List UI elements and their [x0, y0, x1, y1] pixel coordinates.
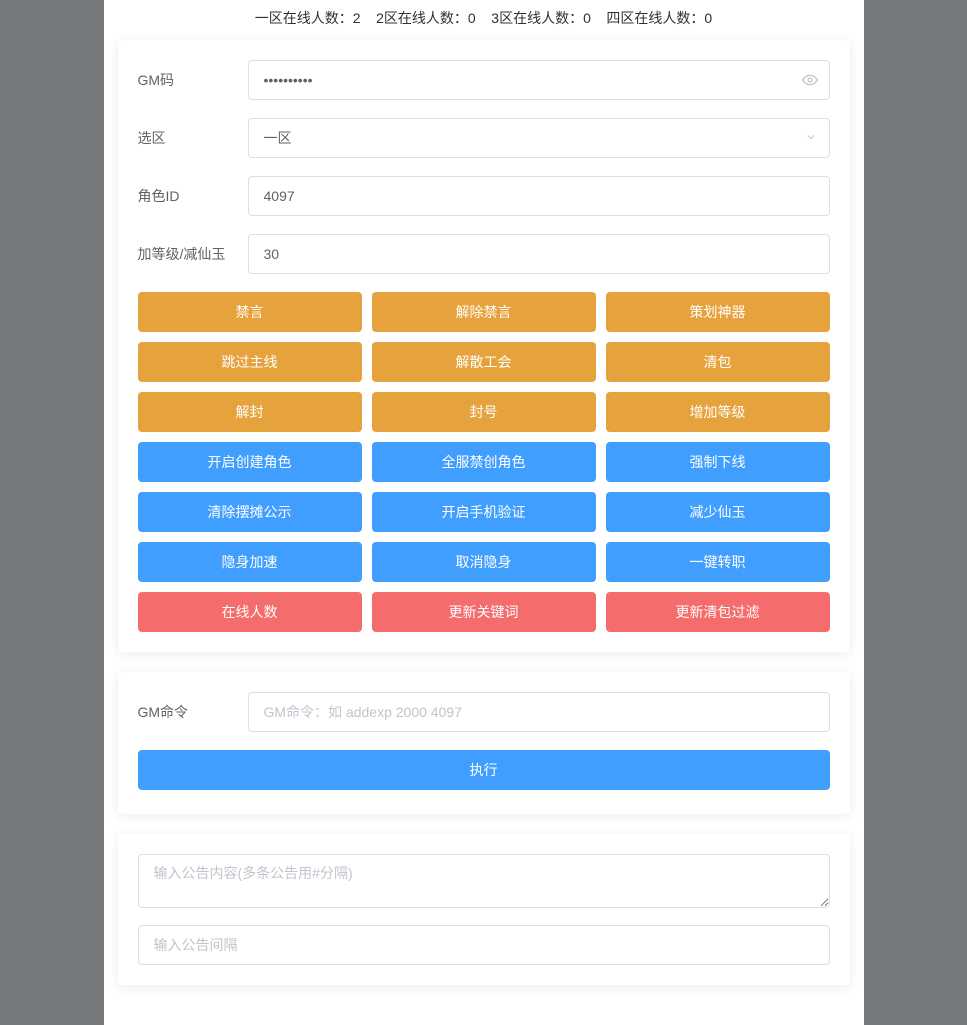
one-click-job-change-button[interactable]: 一键转职 — [606, 542, 830, 582]
reduce-jade-button[interactable]: 减少仙玉 — [606, 492, 830, 532]
gm-form-panel: GM码 选区 一区 — [118, 40, 850, 652]
clear-bag-button[interactable]: 清包 — [606, 342, 830, 382]
skip-main-quest-button[interactable]: 跳过主线 — [138, 342, 362, 382]
mute-button[interactable]: 禁言 — [138, 292, 362, 332]
level-label: 加等级/减仙玉 — [138, 244, 248, 264]
cancel-stealth-button[interactable]: 取消隐身 — [372, 542, 596, 582]
announcement-panel — [118, 834, 850, 985]
zone-select[interactable]: 一区 — [248, 118, 830, 158]
gm-command-label: GM命令 — [138, 702, 248, 722]
enable-phone-verify-button[interactable]: 开启手机验证 — [372, 492, 596, 532]
gm-command-panel: GM命令 执行 — [118, 672, 850, 814]
danger-button-row: 在线人数 更新关键词 更新清包过滤 — [138, 592, 830, 632]
clear-stall-notice-button[interactable]: 清除摆摊公示 — [138, 492, 362, 532]
primary-button-row-2: 清除摆摊公示 开启手机验证 减少仙玉 — [138, 492, 830, 532]
warning-button-row-2: 跳过主线 解散工会 清包 — [138, 342, 830, 382]
zone-select-value: 一区 — [264, 128, 292, 148]
zone1-online-count: 一区在线人数：2 — [255, 10, 361, 26]
add-level-button[interactable]: 增加等级 — [606, 392, 830, 432]
zone-select-label: 选区 — [138, 128, 248, 148]
role-id-label: 角色ID — [138, 186, 248, 206]
update-clearbag-filter-button[interactable]: 更新清包过滤 — [606, 592, 830, 632]
zone3-online-count: 3区在线人数：0 — [491, 10, 591, 26]
announcement-content-textarea[interactable] — [138, 854, 830, 908]
force-offline-button[interactable]: 强制下线 — [606, 442, 830, 482]
execute-button[interactable]: 执行 — [138, 750, 830, 790]
eye-icon[interactable] — [802, 72, 818, 88]
chevron-down-icon — [805, 130, 817, 146]
zone4-online-count: 四区在线人数：0 — [606, 10, 712, 26]
gm-command-input[interactable] — [248, 692, 830, 732]
update-keywords-button[interactable]: 更新关键词 — [372, 592, 596, 632]
warning-button-row-3: 解封 封号 增加等级 — [138, 392, 830, 432]
planner-artifact-button[interactable]: 策划神器 — [606, 292, 830, 332]
ban-button[interactable]: 封号 — [372, 392, 596, 432]
disable-create-role-button[interactable]: 全服禁创角色 — [372, 442, 596, 482]
zone2-online-count: 2区在线人数：0 — [376, 10, 476, 26]
warning-button-row-1: 禁言 解除禁言 策划神器 — [138, 292, 830, 332]
unban-button[interactable]: 解封 — [138, 392, 362, 432]
online-count-header: 一区在线人数：2 2区在线人数：0 3区在线人数：0 四区在线人数：0 — [104, 0, 864, 40]
level-input[interactable] — [248, 234, 830, 274]
gm-code-label: GM码 — [138, 70, 248, 90]
enable-create-role-button[interactable]: 开启创建角色 — [138, 442, 362, 482]
role-id-input[interactable] — [248, 176, 830, 216]
stealth-speed-button[interactable]: 隐身加速 — [138, 542, 362, 582]
primary-button-row-1: 开启创建角色 全服禁创角色 强制下线 — [138, 442, 830, 482]
gm-code-input[interactable] — [248, 60, 830, 100]
online-count-button[interactable]: 在线人数 — [138, 592, 362, 632]
announcement-interval-input[interactable] — [138, 925, 830, 965]
dissolve-guild-button[interactable]: 解散工会 — [372, 342, 596, 382]
unmute-button[interactable]: 解除禁言 — [372, 292, 596, 332]
primary-button-row-3: 隐身加速 取消隐身 一键转职 — [138, 542, 830, 582]
